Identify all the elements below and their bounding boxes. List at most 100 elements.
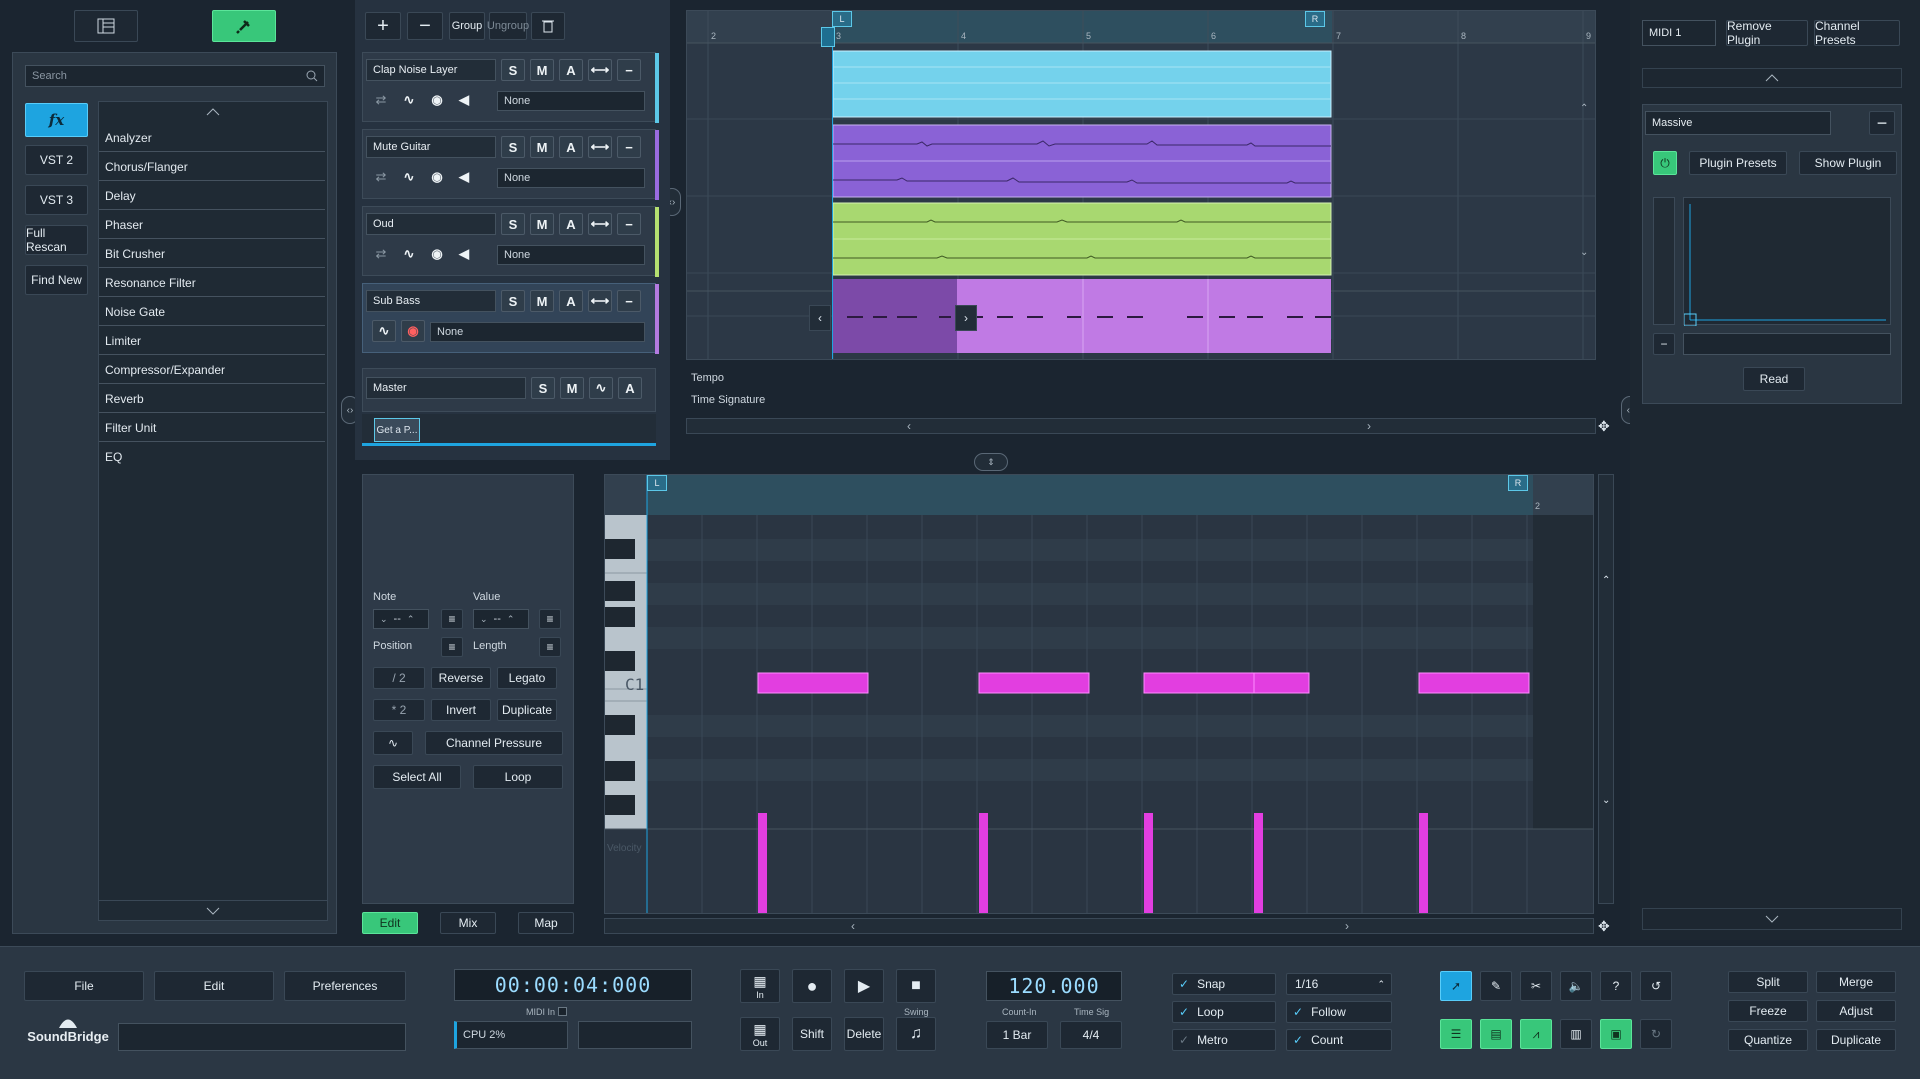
split-horizontal-handle[interactable]: ⇕ <box>974 453 1008 471</box>
xy-pad[interactable] <box>1683 197 1891 326</box>
input-select[interactable]: None <box>497 168 645 188</box>
piano-roll[interactable]: L R 2 C1 Velocity <box>604 474 1594 914</box>
tab-edit[interactable]: Edit <box>362 912 418 934</box>
list-item[interactable]: Delay <box>99 182 325 210</box>
quantize-button[interactable]: Quantize <box>1728 1029 1808 1051</box>
automation-button[interactable]: A <box>559 136 583 158</box>
loop-end-marker[interactable]: R <box>1305 11 1325 27</box>
add-track-button[interactable]: + <box>365 12 401 40</box>
length-menu-button[interactable]: ≡ <box>539 637 561 657</box>
invert-button[interactable]: Invert <box>431 699 491 721</box>
input-select[interactable]: None <box>430 322 645 342</box>
punch-in-button[interactable]: ▦ In <box>740 969 780 1003</box>
list-item[interactable]: Phaser <box>99 211 325 239</box>
play-button[interactable]: ▶ <box>844 969 884 1003</box>
list-item[interactable]: Analyzer <box>99 124 325 152</box>
list-item[interactable]: Reverb <box>99 385 325 413</box>
loop-start-marker[interactable]: L <box>647 475 667 491</box>
mute-button[interactable]: M <box>530 136 554 158</box>
tracks-view-button[interactable]: ☰ <box>1440 1019 1472 1049</box>
value-menu-button[interactable]: ≡ <box>539 609 561 629</box>
v-scroll-up[interactable]: ⌃ <box>1580 103 1588 114</box>
zoom-fit-icon[interactable]: ✥ <box>1598 418 1614 434</box>
freeze-button[interactable]: Freeze <box>1728 1000 1808 1022</box>
editor-zoom-fit-icon[interactable]: ✥ <box>1598 918 1614 934</box>
midi-input-icon[interactable]: ⇄ <box>369 243 393 265</box>
automation-icon[interactable]: ∿ <box>372 320 396 342</box>
automation-button[interactable]: A <box>559 290 583 312</box>
pointer-tool[interactable]: ➚ <box>1440 971 1472 1001</box>
full-rescan-button[interactable]: Full Rescan <box>25 225 88 255</box>
editor-h-scrollbar[interactable]: ‹ › <box>604 918 1594 934</box>
find-new-button[interactable]: Find New <box>25 265 88 295</box>
plugin-power-button[interactable]: ⏻ <box>1653 151 1677 175</box>
group-button[interactable]: Group <box>449 12 485 40</box>
tab-map[interactable]: Map <box>518 912 574 934</box>
adjust-button[interactable]: Adjust <box>1816 1000 1896 1022</box>
solo-button[interactable]: S <box>501 213 525 235</box>
fx-tab[interactable]: fx <box>25 103 88 137</box>
edit-menu-button[interactable]: Edit <box>154 971 274 1001</box>
undo-button[interactable]: ↺ <box>1640 971 1672 1001</box>
ungroup-button[interactable]: Ungroup <box>487 12 529 40</box>
split-button[interactable]: Split <box>1728 971 1808 993</box>
plugin-remove-button[interactable]: − <box>1869 111 1895 135</box>
position-menu-button[interactable]: ≡ <box>441 637 463 657</box>
master-auto-button[interactable]: A <box>618 377 642 399</box>
list-item[interactable]: Limiter <box>99 327 325 355</box>
scroll-down-button[interactable] <box>1642 908 1902 930</box>
time-display[interactable]: 00:00:04:000 <box>454 969 692 1001</box>
track-name[interactable]: Sub Bass <box>366 290 496 312</box>
scroll-down-button[interactable] <box>99 900 327 920</box>
delete-track-button[interactable] <box>531 12 565 40</box>
list-item[interactable]: Bit Crusher <box>99 240 325 268</box>
swing-button[interactable]: ♫ <box>896 1017 936 1051</box>
delete-button[interactable]: Delete <box>844 1017 884 1051</box>
param-remove-button[interactable]: − <box>1653 333 1675 355</box>
solo-button[interactable]: S <box>501 136 525 158</box>
input-select[interactable]: None <box>497 91 645 111</box>
legato-button[interactable]: Legato <box>497 667 557 689</box>
input-select[interactable]: None <box>497 245 645 265</box>
note-stepper[interactable]: ⌄ -- ⌃ <box>373 609 429 629</box>
width-button[interactable]: ⟷ <box>588 213 612 235</box>
track-row[interactable]: Sub Bass S M A ⟷ − ∿ ◉ None <box>362 283 659 354</box>
track-name[interactable]: Clap Noise Layer <box>366 59 496 81</box>
redo-button[interactable]: ↻ <box>1640 1019 1672 1049</box>
solo-button[interactable]: S <box>501 59 525 81</box>
half-button[interactable]: / 2 <box>373 667 425 689</box>
scroll-up-button[interactable] <box>99 102 327 122</box>
width-button[interactable]: ⟷ <box>588 59 612 81</box>
metro-toggle[interactable]: ✓ Metro <box>1172 1029 1276 1051</box>
monitor-icon[interactable]: ◀ <box>452 243 476 265</box>
follow-toggle[interactable]: ✓ Follow <box>1286 1001 1392 1023</box>
scroll-up-button[interactable] <box>1642 68 1902 88</box>
loop-button[interactable]: Loop <box>473 765 563 789</box>
list-item[interactable]: EQ <box>99 443 325 471</box>
loop-start-marker[interactable]: L <box>832 11 852 27</box>
remove-track-button[interactable]: − <box>407 12 443 40</box>
plugin-name[interactable]: Massive <box>1645 111 1831 135</box>
arrangement-view[interactable]: 2 3 4 5 6 7 8 9 L R ‹ › Tempo ⌃ ⌄ <box>686 10 1596 360</box>
preferences-button[interactable]: Preferences <box>284 971 406 1001</box>
grid-select[interactable]: 1/16 ⌃ <box>1286 973 1392 995</box>
track-row[interactable]: Oud S M A ⟷ − ⇄ ∿ ◉ ◀ None <box>362 206 659 277</box>
merge-button[interactable]: Merge <box>1816 971 1896 993</box>
loop-toggle[interactable]: ✓ Loop <box>1172 1001 1276 1023</box>
playhead-handle[interactable] <box>821 27 835 47</box>
shift-button[interactable]: Shift <box>792 1017 832 1051</box>
scissors-tool[interactable]: ✂ <box>1520 971 1552 1001</box>
mute-tool[interactable]: 🔈 <box>1560 971 1592 1001</box>
list-view-button[interactable]: ▤ <box>1480 1019 1512 1049</box>
snap-toggle[interactable]: ✓ Snap <box>1172 973 1276 995</box>
loop-end-marker[interactable]: R <box>1508 475 1528 491</box>
punch-out-button[interactable]: ▦ Out <box>740 1017 780 1051</box>
collapse-button[interactable]: − <box>617 213 641 235</box>
arrange-h-scrollbar[interactable]: ‹ › <box>686 418 1596 434</box>
channel-pressure-button[interactable]: Channel Pressure <box>425 731 563 755</box>
clip-nudge-right[interactable]: › <box>955 305 977 331</box>
show-plugin-button[interactable]: Show Plugin <box>1799 151 1897 175</box>
tab-mix[interactable]: Mix <box>440 912 496 934</box>
tempo-display[interactable]: 120.000 <box>986 971 1122 1001</box>
mute-button[interactable]: M <box>530 59 554 81</box>
